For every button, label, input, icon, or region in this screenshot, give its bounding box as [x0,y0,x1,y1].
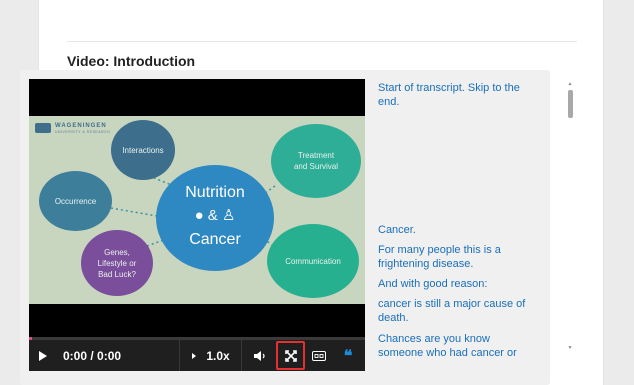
bubble-genes: Genes, Lifestyle or Bad Luck? [81,230,153,296]
center-title: Nutrition [185,184,245,201]
control-divider [241,340,242,371]
video-frame[interactable]: WAGENINGEN UNIVERSITY & RESEARCH Interac… [29,116,365,304]
speed-button[interactable]: 1.0x [205,340,231,371]
bubble-communication: Communication [267,224,359,298]
transcript-line[interactable]: Cancer. [378,223,528,237]
center-subtitle: Cancer [189,231,241,248]
transcript-panel[interactable]: Start of transcript. Skip to the end. Ca… [375,79,565,361]
connector-line [110,207,158,217]
bubble-treatment: Treatment and Survival [271,124,361,198]
speed-arrow-glyph [192,352,196,359]
speed-arrow-icon[interactable] [189,340,199,371]
transcript-quote-icon: ❝ [343,347,353,365]
transcript-line[interactable]: And with good reason: [378,277,528,291]
video-heading: Video: Introduction [67,53,196,69]
play-button[interactable] [35,340,51,371]
center-bubble: Nutrition ● & ♙ Cancer [156,165,274,271]
volume-icon [254,350,265,361]
transcript-line[interactable]: Chances are you know someone who had can… [378,332,528,360]
transcript-line[interactable]: cancer is still a major cause of death. [378,297,530,325]
volume-button[interactable] [251,340,269,371]
transcript-skip-link[interactable]: Start of transcript. Skip to the end. [378,81,528,109]
video-player[interactable]: WAGENINGEN UNIVERSITY & RESEARCH Interac… [29,79,365,371]
bubble-interactions: Interactions [111,120,175,180]
ampersand: & [207,207,222,224]
transcript-line[interactable]: For many people this is a frightening di… [378,243,508,271]
apple-icon: ● [194,207,204,224]
divider [67,41,577,42]
scroll-down-icon[interactable]: ▼ [566,345,574,351]
bubble-occurrence: Occurrence [39,171,112,231]
transcript-scrollbar[interactable]: ▲ ▼ [566,81,574,353]
closed-captions-icon [312,350,326,361]
control-bar: 0:00 / 0:00 1.0x ❝ [29,340,365,371]
scroll-up-icon[interactable]: ▲ [566,81,574,87]
transcript-toggle-button[interactable]: ❝ [339,340,357,371]
play-icon [39,350,47,361]
time-display: 0:00 / 0:00 [63,348,122,363]
control-divider [179,340,180,371]
center-symbols: ● & ♙ [156,206,274,224]
scroll-thumb[interactable] [568,90,573,118]
closed-captions-button[interactable] [311,340,327,371]
person-icon: ♙ [221,207,236,224]
fullscreen-highlight [276,341,305,370]
